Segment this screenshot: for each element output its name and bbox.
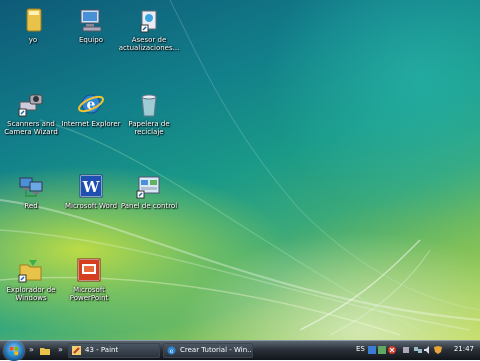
desktop-icon-label: Asesor de actualizaciones... [118, 36, 180, 52]
desktop-icon-equipo[interactable]: Equipo [58, 6, 124, 44]
clock[interactable]: 21:47 [454, 345, 474, 353]
desktop-icon-scanners[interactable]: Scanners and Camera Wizard [0, 90, 64, 136]
user-folder-icon [19, 6, 47, 34]
desktop-icon-label: Red [24, 202, 38, 210]
desktop: yo Equipo Asesor de actualizaciones... S… [0, 0, 480, 340]
internet-explorer-icon: e [167, 346, 176, 355]
network-tray-icon[interactable] [414, 346, 422, 354]
scanner-camera-icon [17, 90, 45, 118]
internet-explorer-icon: e [77, 90, 105, 118]
security-alert-icon[interactable] [388, 346, 396, 354]
desktop-icon-label: Explorador de Windows [6, 286, 56, 302]
desktop-icon-label: Microsoft Word [64, 202, 118, 210]
update-advisor-icon [135, 6, 163, 34]
network-icon [17, 172, 45, 200]
desktop-icon-explorador[interactable]: Explorador de Windows [0, 256, 64, 302]
desktop-icon-label: Scanners and Camera Wizard [4, 120, 58, 136]
desktop-icon-label: Internet Explorer [61, 120, 121, 128]
volume-icon[interactable] [424, 346, 432, 354]
paint-icon [72, 346, 81, 355]
desktop-icon-label: Papelera de reciclaje [128, 120, 170, 136]
tray-update-icon[interactable] [378, 346, 386, 354]
quicklaunch-chevron[interactable]: » [29, 345, 34, 357]
svg-text:W: W [82, 178, 101, 196]
powerpoint-icon [75, 256, 103, 284]
recycle-bin-icon [135, 90, 163, 118]
taskbar-button-label: Crear Tutorial - Win... [180, 346, 253, 354]
word-icon: W [77, 172, 105, 200]
tray-shield-icon[interactable] [434, 346, 442, 354]
desktop-icon-yo[interactable]: yo [0, 6, 66, 44]
desktop-icon-panel-control[interactable]: Panel de control [116, 172, 182, 210]
quicklaunch-folder-icon[interactable] [40, 346, 50, 358]
desktop-icon-label: yo [28, 36, 38, 44]
desktop-icon-label: Microsoft PowerPoint [69, 286, 109, 302]
taskbar: » » 43 - Paint e Crear Tutorial - Win...… [0, 340, 480, 361]
svg-text:e: e [170, 348, 174, 355]
start-button[interactable] [4, 341, 24, 361]
desktop-icon-papelera[interactable]: Papelera de reciclaje [116, 90, 182, 136]
desktop-icon-label: Equipo [79, 36, 103, 44]
desktop-icon-microsoft-word[interactable]: W Microsoft Word [58, 172, 124, 210]
desktop-icon-red[interactable]: Red [0, 172, 64, 210]
taskbar-button-label: 43 - Paint [85, 346, 119, 354]
control-panel-icon [135, 172, 163, 200]
quicklaunch-chevron-2[interactable]: » [58, 345, 63, 357]
windows-logo-icon [10, 347, 18, 355]
desktop-icon-microsoft-powerpoint[interactable]: Microsoft PowerPoint [56, 256, 122, 302]
taskbar-button-paint[interactable]: 43 - Paint [68, 343, 160, 358]
taskbar-button-crear-tutorial[interactable]: e Crear Tutorial - Win... [163, 343, 253, 358]
desktop-icon-label: Panel de control [120, 202, 178, 210]
desktop-icon-internet-explorer[interactable]: e Internet Explorer [58, 90, 124, 128]
tray-misc-icon[interactable] [402, 346, 410, 354]
desktop-icon-asesor[interactable]: Asesor de actualizaciones... [116, 6, 182, 52]
computer-icon [77, 6, 105, 34]
tray-app-icon[interactable] [368, 346, 376, 354]
windows-explorer-icon [17, 256, 45, 284]
